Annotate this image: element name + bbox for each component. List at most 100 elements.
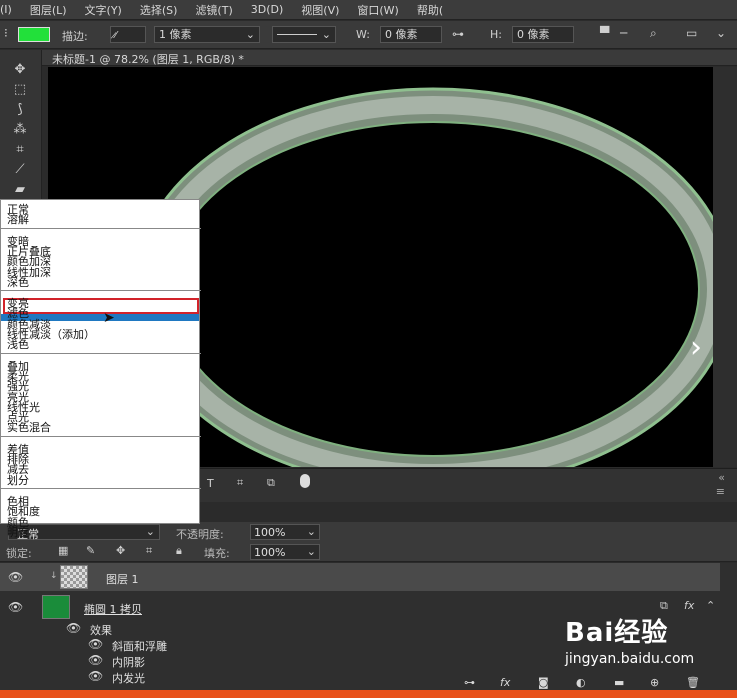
stroke-type-dropdown[interactable]: ⌄ <box>272 26 336 43</box>
visibility-eye-icon[interactable]: 👁︎ <box>8 570 23 584</box>
lock-transparent-icon[interactable]: ▦ <box>58 544 68 557</box>
fill-value: 100% <box>254 546 286 559</box>
magic-wand-tool-icon[interactable]: ⁂ <box>10 122 30 140</box>
lock-fill-bar: 锁定: ▦ ✎ ✥ ⌗ 🔒︎ 填充: 100% ⌄ <box>0 542 737 562</box>
shape-filter-icon[interactable]: ⌗ <box>237 476 243 490</box>
next-arrow-icon[interactable]: › <box>690 330 702 365</box>
width-label: W: <box>356 28 370 41</box>
chevron-down-icon: ⌄ <box>321 28 331 41</box>
blend-mode-dropdown[interactable]: 正常 ⌄ <box>8 524 160 541</box>
new-layer-icon[interactable]: ⊕ <box>650 676 659 689</box>
menu-item[interactable]: 帮助( <box>408 2 452 18</box>
minimize-icon[interactable]: ─ <box>620 26 627 40</box>
status-strip <box>0 690 737 698</box>
path-ops-icon[interactable]: ▀ <box>600 26 609 40</box>
filter-toggle[interactable] <box>300 474 310 488</box>
blend-mode-option[interactable]: 深色 <box>7 277 29 288</box>
fill-color-swatch[interactable] <box>18 27 50 42</box>
healing-brush-tool-icon[interactable]: ▰ <box>10 182 30 200</box>
height-label: H: <box>490 28 502 41</box>
type-filter-icon[interactable]: T <box>207 477 214 490</box>
crop-tool-icon[interactable]: ⌗ <box>10 142 30 160</box>
menu-separator <box>1 487 201 489</box>
blend-mode-option[interactable]: 浅色 <box>7 339 29 350</box>
menu-separator <box>1 227 201 229</box>
adjustment-layer-icon[interactable]: ◐ <box>576 676 586 689</box>
chevron-down-icon: ⌄ <box>306 525 316 538</box>
blend-mode-menu: ➤ 正常 溶解 变暗 正片叠底 颜色加深 线性加深 深色 变亮 滤色 颜色减淡 线性减淡（添加） 浅色… <box>0 199 201 538</box>
blend-mode-option[interactable]: 明度 <box>7 527 29 538</box>
opacity-field[interactable]: 100% ⌄ <box>250 524 320 540</box>
chevron-down-icon: ⌄ <box>245 28 255 41</box>
new-group-icon[interactable]: ▬ <box>614 676 624 689</box>
layer-row[interactable]: 👁︎ ↓ 图层 1 <box>0 563 720 591</box>
width-value: 0 像素 <box>385 28 418 41</box>
add-mask-icon[interactable]: ◙ <box>538 676 549 689</box>
visibility-eye-icon[interactable]: 👁︎ <box>66 621 81 635</box>
width-field[interactable]: 0 像素 <box>380 26 442 43</box>
link-layers-icon[interactable]: ⊶ <box>464 676 475 689</box>
lock-artboard-icon[interactable]: ⌗ <box>146 544 152 558</box>
menu-item[interactable]: 滤镜(T) <box>186 2 241 18</box>
collapse-icon[interactable]: « <box>718 471 725 484</box>
layer-name: 椭圆 1 拷贝 <box>84 603 142 616</box>
effect-name: 内阴影 <box>112 656 145 669</box>
link-icon[interactable]: ⊶ <box>452 27 464 41</box>
panel-menu-icon[interactable]: ≡ <box>716 485 725 498</box>
menu-item[interactable]: 视图(V) <box>292 2 348 18</box>
menu-item[interactable]: (I) <box>0 3 21 16</box>
add-style-icon[interactable]: fx <box>500 676 510 689</box>
smart-object-filter-icon[interactable]: ⧉ <box>267 476 275 490</box>
visibility-eye-icon[interactable]: 👁︎ <box>88 637 103 651</box>
blend-mode-option[interactable]: 划分 <box>7 475 29 486</box>
lasso-tool-icon[interactable]: ⟆ <box>10 102 30 120</box>
height-field[interactable]: 0 像素 <box>512 26 574 43</box>
chevron-up-icon[interactable]: ⌃ <box>706 599 715 612</box>
chevron-down-icon[interactable]: ⌄ <box>716 26 726 40</box>
chevron-down-icon: ⌄ <box>145 525 155 538</box>
fill-label: 填充: <box>204 547 230 560</box>
search-icon[interactable]: ⌕ <box>650 26 657 41</box>
grip-icon: ⁝ <box>4 26 8 40</box>
workspace-icon[interactable]: ▭ <box>686 26 697 40</box>
menu-item[interactable]: 选择(S) <box>131 2 187 18</box>
document-tab[interactable]: 未标题-1 @ 78.2% (图层 1, RGB/8) * <box>42 50 737 66</box>
annotation-highlight-box <box>3 298 199 314</box>
layer-thumbnail <box>60 565 88 589</box>
stroke-color-swatch[interactable]: ⁄̷ <box>110 26 146 43</box>
chevron-down-icon: ⌄ <box>306 545 316 558</box>
menu-item[interactable]: 文字(Y) <box>76 2 131 18</box>
move-tool-icon[interactable]: ✥ <box>10 62 30 80</box>
fill-field[interactable]: 100% ⌄ <box>250 544 320 560</box>
eyedropper-tool-icon[interactable]: ⟋ <box>10 162 30 180</box>
visibility-eye-icon[interactable]: 👁︎ <box>88 653 103 667</box>
blend-mode-option[interactable]: 实色混合 <box>7 422 51 433</box>
visibility-eye-icon[interactable]: 👁︎ <box>88 669 103 683</box>
menu-item[interactable]: 图层(L) <box>21 2 76 18</box>
effect-name: 内发光 <box>112 672 145 685</box>
visibility-eye-icon[interactable]: 👁︎ <box>8 600 23 614</box>
watermark-brand: Bai经验 <box>565 618 669 648</box>
lock-position-icon[interactable]: ✥ <box>116 544 125 557</box>
layer-name: 图层 1 <box>106 573 139 586</box>
menu-item[interactable]: 窗口(W) <box>348 2 407 18</box>
menu-item[interactable]: 3D(D) <box>242 3 293 16</box>
watermark: Bai经验 jingyan.baidu.com <box>565 612 694 667</box>
lock-image-icon[interactable]: ✎ <box>86 544 95 557</box>
blend-mode-option[interactable]: 溶解 <box>7 214 29 225</box>
mouse-cursor-icon: ➤ <box>103 310 115 326</box>
stroke-width-field[interactable]: 1 像素 ⌄ <box>154 26 260 43</box>
height-value: 0 像素 <box>517 28 550 41</box>
fx-badge[interactable]: fx <box>684 599 694 612</box>
delete-layer-icon[interactable]: 🗑︎ <box>686 676 700 689</box>
effects-label: 效果 <box>90 624 112 637</box>
marquee-tool-icon[interactable]: ⬚ <box>10 82 30 100</box>
watermark-url: jingyan.baidu.com <box>565 651 695 667</box>
stroke-width-value: 1 像素 <box>159 28 192 41</box>
canvas-scroll-strip[interactable] <box>713 67 737 467</box>
clip-indicator-icon: ↓ <box>50 571 58 581</box>
menu-separator <box>1 435 201 437</box>
options-bar: ⁝ 描边: ⁄̷ 1 像素 ⌄ ⌄ W: 0 像素 ⊶ H: 0 像素 ▀ ─ … <box>0 21 737 49</box>
lock-all-icon[interactable]: 🔒︎ <box>176 544 182 558</box>
layers-bottom-toolbar: ⊶ fx ◙ ◐ ▬ ⊕ 🗑︎ <box>460 676 737 690</box>
